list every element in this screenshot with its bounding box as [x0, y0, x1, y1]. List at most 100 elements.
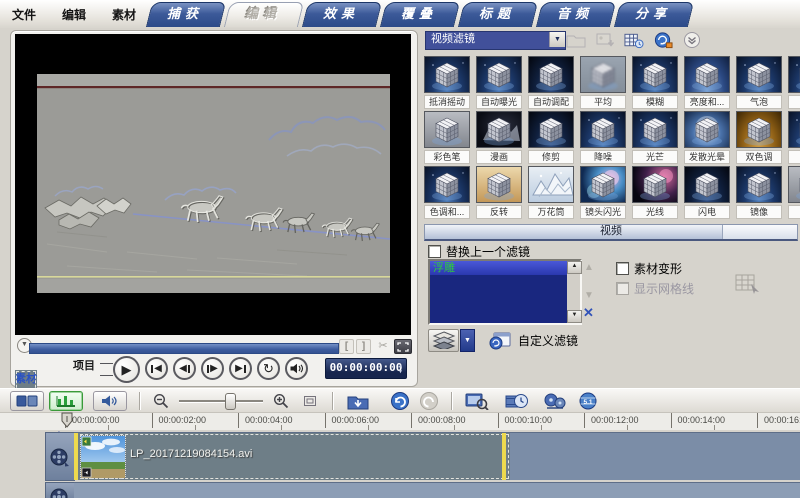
filter-item-11[interactable]: 修剪	[528, 111, 574, 166]
tab-2[interactable]: 编辑	[224, 1, 302, 27]
filter-item-16[interactable]	[788, 111, 800, 166]
filter-thumbnail[interactable]	[528, 56, 574, 93]
home-button[interactable]: ◀	[145, 357, 168, 380]
filter-item-3[interactable]: 自动调配	[528, 56, 574, 111]
menu-item-1[interactable]: 文件	[8, 4, 40, 25]
filter-item-8[interactable]	[788, 56, 800, 111]
chevron-down-icon[interactable]: ▼	[549, 32, 565, 47]
repeat-button[interactable]: ↻	[257, 357, 280, 380]
filter-item-12[interactable]: 降噪	[580, 111, 626, 166]
filter-item-23[interactable]: 镜像	[736, 166, 782, 221]
filter-item-24[interactable]	[788, 166, 800, 221]
list-scrollbar[interactable]: ▲ ▼	[567, 261, 582, 323]
filter-thumbnail[interactable]	[684, 166, 730, 203]
tab-1[interactable]: 捕获	[146, 1, 224, 27]
sound-mixer-button[interactable]	[93, 391, 127, 411]
filter-thumbnail[interactable]	[684, 111, 730, 148]
insert-media-button[interactable]	[346, 391, 370, 411]
zoom-in-button[interactable]	[269, 391, 293, 411]
timeline-zoom-slider[interactable]	[179, 393, 263, 410]
customize-filter-button[interactable]: 自定义滤镜	[488, 330, 578, 350]
move-filter-down-button[interactable]: ▼	[584, 290, 594, 301]
filter-item-6[interactable]: 亮度和...	[684, 56, 730, 111]
slider-thumb[interactable]	[225, 393, 236, 410]
tab-4[interactable]: 覆叠	[380, 1, 458, 27]
gallery-dropdown[interactable]: 视频滤镜 ▼	[425, 31, 566, 50]
sort-options-button[interactable]	[624, 31, 644, 49]
menu-item-3[interactable]: 素材	[108, 4, 140, 25]
filter-item-14[interactable]: 发散光晕	[684, 111, 730, 166]
checkbox-box[interactable]	[616, 262, 629, 275]
filter-item-1[interactable]: 抵消摇动	[424, 56, 470, 111]
split-clip-button[interactable]: ✂	[375, 339, 391, 354]
filter-presets-dropdown[interactable]: ▼	[460, 329, 475, 352]
filter-thumbnail[interactable]	[476, 111, 522, 148]
timeline-ruler[interactable]: 00:00:00:00 00:00:02:00 00:00:04:00 00:00:0…	[0, 412, 800, 431]
tab-5[interactable]: 标题	[458, 1, 536, 27]
filter-item-10[interactable]: 漫画	[476, 111, 522, 166]
volume-button[interactable]	[285, 357, 308, 380]
filter-thumbnail[interactable]	[632, 56, 678, 93]
overlay-track[interactable]	[74, 482, 800, 498]
filter-thumbnail[interactable]	[736, 111, 782, 148]
options-panel-tab[interactable]: 视频	[424, 224, 798, 241]
tab-7[interactable]: 分享	[614, 1, 692, 27]
filter-thumbnail[interactable]	[736, 166, 782, 203]
library-options-button[interactable]	[653, 31, 673, 49]
collapse-gallery-button[interactable]	[682, 31, 702, 49]
fit-project-button[interactable]	[298, 391, 322, 411]
filter-item-21[interactable]: 光线	[632, 166, 678, 221]
filter-thumbnail[interactable]	[788, 56, 800, 93]
filter-item-22[interactable]: 闪电	[684, 166, 730, 221]
scroll-down-button[interactable]: ▼	[567, 310, 582, 323]
storyboard-view-button[interactable]	[10, 391, 44, 411]
filter-presets-button[interactable]	[428, 329, 459, 352]
filter-thumbnail[interactable]	[788, 111, 800, 148]
filter-thumbnail[interactable]	[632, 166, 678, 203]
filter-thumbnail[interactable]	[788, 166, 800, 203]
zoom-out-button[interactable]	[149, 391, 173, 411]
end-button[interactable]: ▶	[229, 357, 252, 380]
filter-thumbnail[interactable]	[424, 56, 470, 93]
applied-filter-item[interactable]: 浮雕	[430, 261, 580, 275]
next-frame-button[interactable]: ▶	[201, 357, 224, 380]
enlarge-preview-button[interactable]	[394, 339, 412, 354]
smart-proxy-button[interactable]	[543, 391, 567, 411]
mark-in-button[interactable]: [	[339, 339, 354, 354]
filter-thumbnail[interactable]	[528, 111, 574, 148]
filter-item-4[interactable]: 平均	[580, 56, 626, 111]
timecode-display[interactable]: 00:00:00:00 ▲ ▼	[325, 358, 407, 379]
seek-bar[interactable]	[29, 343, 339, 354]
filter-thumbnail[interactable]	[684, 56, 730, 93]
tab-6[interactable]: 音频	[536, 1, 614, 27]
deform-clip-checkbox[interactable]: 素材变形	[616, 260, 682, 277]
filter-item-13[interactable]: 光芒	[632, 111, 678, 166]
filter-item-9[interactable]: 彩色笔	[424, 111, 470, 166]
prev-frame-button[interactable]: ◀	[173, 357, 196, 380]
filter-item-17[interactable]: 色调和...	[424, 166, 470, 221]
batch-convert-button[interactable]	[505, 391, 529, 411]
filter-item-5[interactable]: 模糊	[632, 56, 678, 111]
filter-thumbnail[interactable]	[476, 166, 522, 203]
filter-thumbnail[interactable]	[632, 111, 678, 148]
screen-capture-button[interactable]	[465, 391, 489, 411]
filter-item-19[interactable]: 万花筒	[528, 166, 574, 221]
filter-item-20[interactable]: 镜头闪光	[580, 166, 626, 221]
video-track-header[interactable]	[45, 432, 75, 481]
replace-last-filter-checkbox[interactable]: 替换上一个滤镜	[428, 243, 530, 260]
undo-button[interactable]	[388, 391, 412, 411]
filter-thumbnail[interactable]	[424, 111, 470, 148]
clip-trim-handle-left[interactable]	[74, 433, 78, 480]
timeline-clip[interactable]: LP_20171219084154.avi	[74, 433, 510, 480]
play-button[interactable]: ▶	[113, 356, 140, 383]
timecode-spinner[interactable]: ▲ ▼	[396, 360, 405, 377]
filter-thumbnail[interactable]	[580, 166, 626, 203]
clip-trim-handle-right[interactable]	[502, 433, 506, 480]
move-filter-up-button[interactable]: ▲	[584, 262, 594, 273]
filter-thumbnail[interactable]	[580, 111, 626, 148]
filter-item-2[interactable]: 自动曝光	[476, 56, 522, 111]
delete-filter-button[interactable]: ✕	[583, 305, 594, 321]
filter-thumbnail[interactable]	[580, 56, 626, 93]
filter-item-18[interactable]: 反转	[476, 166, 522, 221]
video-track[interactable]: LP_20171219084154.avi	[74, 432, 800, 480]
